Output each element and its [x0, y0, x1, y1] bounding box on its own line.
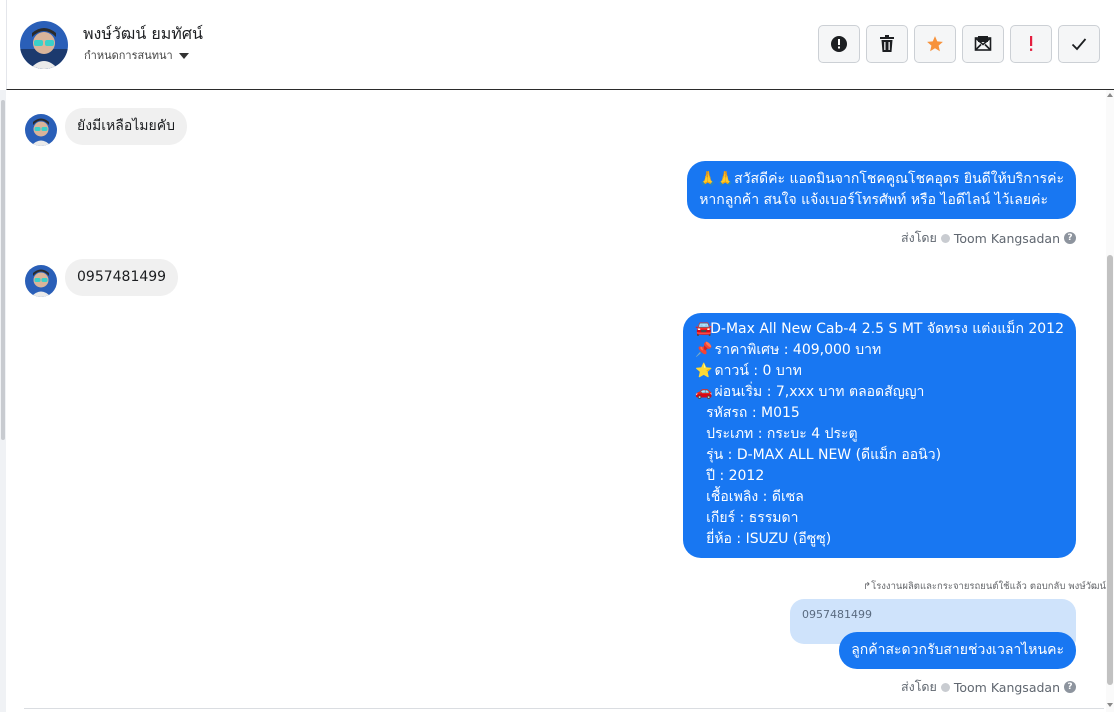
outgoing-message-bubble[interactable]: 🙏🙏สวัสดีค่ะ แอดมินจากโชคคูณโชคอุดร ยินดี… [687, 161, 1076, 219]
left-panel-scrollbar[interactable] [0, 90, 6, 712]
messages-scrollbar[interactable] [1106, 90, 1114, 712]
message-line: เกียร์ : ธรรมดา [706, 510, 799, 526]
conversation-header: พงษ์วัฒน์ ยมทัศน์ กำหนดการสนทนา [6, 0, 1114, 90]
message-line: ยี่ห้อ : ISUZU (อีซูซุ) [706, 531, 832, 547]
scrollbar-thumb[interactable] [1, 100, 5, 440]
alert-circle-icon [831, 36, 847, 52]
incoming-message-bubble[interactable]: ยังมีเหลือไมยคับ [65, 108, 187, 145]
message-line: หากลูกค้า สนใจ แจ้งเบอร์โทรศัพท์ หรือ ไอ… [699, 192, 1048, 208]
check-icon [1071, 38, 1087, 51]
agent-status-icon [940, 233, 950, 243]
conversation-actions [818, 25, 1100, 63]
follow-up-button[interactable] [1010, 25, 1052, 63]
help-icon[interactable]: ? [1064, 232, 1076, 244]
message-line: รุ่น : D-MAX ALL NEW (ดีแม็ก ออนิว) [706, 447, 942, 463]
mail-icon [974, 36, 992, 51]
sent-by-info: ส่งโดย Toom Kangsadan ? [901, 677, 1076, 697]
scroll-up-arrow-icon[interactable] [1107, 93, 1113, 97]
sent-by-info: ส่งโดย Toom Kangsadan ? [901, 228, 1076, 248]
outgoing-message-bubble[interactable]: 🚘D-Max All New Cab-4 2.5 S MT จัดทรง แต่… [683, 313, 1076, 558]
sent-by-agent[interactable]: Toom Kangsadan [954, 680, 1060, 695]
contact-avatar-small[interactable] [25, 265, 57, 297]
mark-done-button[interactable] [1058, 25, 1100, 63]
contact-avatar-small[interactable] [25, 114, 57, 146]
message-line: 🙏🙏สวัสดีค่ะ แอดมินจากโชคคูณโชคอุดร ยินดี… [699, 169, 1064, 190]
sent-by-prefix: ส่งโดย [900, 230, 937, 245]
composer-divider [24, 708, 1104, 709]
pin-emoji-icon: 📌 [695, 342, 713, 358]
message-line: 📌 ราคาพิเศษ : 409,000 บาท [695, 340, 1064, 361]
message-line: ปี : 2012 [706, 468, 765, 484]
help-icon[interactable]: ? [1064, 681, 1076, 693]
car-side-emoji-icon: 🚗 [695, 384, 713, 400]
contact-avatar[interactable] [20, 21, 68, 69]
mark-unread-button[interactable] [962, 25, 1004, 63]
trash-icon [880, 35, 894, 52]
star-icon [927, 36, 943, 52]
mark-spam-button[interactable] [818, 25, 860, 63]
sent-by-prefix: ส่งโดย [900, 679, 937, 694]
outgoing-message-bubble[interactable]: ลูกค้าสะดวกรับสายช่วงเวลาไหนคะ [839, 632, 1076, 669]
star-button[interactable] [914, 25, 956, 63]
sent-by-agent[interactable]: Toom Kangsadan [954, 231, 1060, 246]
quoted-text: 0957481499 [802, 608, 872, 621]
delete-button[interactable] [866, 25, 908, 63]
incoming-message-bubble[interactable]: 0957481499 [65, 259, 179, 296]
reply-context-note: ↱โรงงานผลิตและกระจายรถยนต์ใช้แล้ว ตอบกลั… [863, 581, 1106, 592]
message-line: รหัสรถ : M015 [706, 405, 800, 421]
chevron-down-icon [178, 52, 189, 59]
scrollbar-thumb[interactable] [1107, 255, 1113, 685]
car-emoji-icon: 🚘 [695, 321, 713, 337]
message-text: สวัสดีค่ะ แอดมินจากโชคคูณโชคอุดร ยินดีให… [734, 171, 1064, 187]
contact-name[interactable]: พงษ์วัฒน์ ยมทัศน์ [83, 22, 203, 47]
message-line: 🚗 ผ่อนเริ่ม : 7,xxx บาท ตลอดสัญญา [695, 382, 1064, 403]
pray-emoji-icon: 🙏🙏 [699, 171, 735, 187]
message-line: ประเภท : กระบะ 4 ประตู [706, 426, 858, 442]
message-line: 🚘D-Max All New Cab-4 2.5 S MT จัดทรง แต่… [695, 319, 1064, 340]
agent-status-icon [940, 682, 950, 692]
message-line: เชื้อเพลิง : ดีเซล [706, 489, 804, 505]
scroll-down-arrow-icon[interactable] [1107, 703, 1113, 707]
assign-conversation-dropdown[interactable]: กำหนดการสนทนา [84, 46, 189, 64]
star-emoji-icon: ⭐ [695, 363, 713, 379]
message-line: ⭐ ดาวน์ : 0 บาท [695, 361, 1064, 382]
exclamation-icon [1030, 36, 1033, 51]
assign-label: กำหนดการสนทนา [84, 49, 173, 62]
